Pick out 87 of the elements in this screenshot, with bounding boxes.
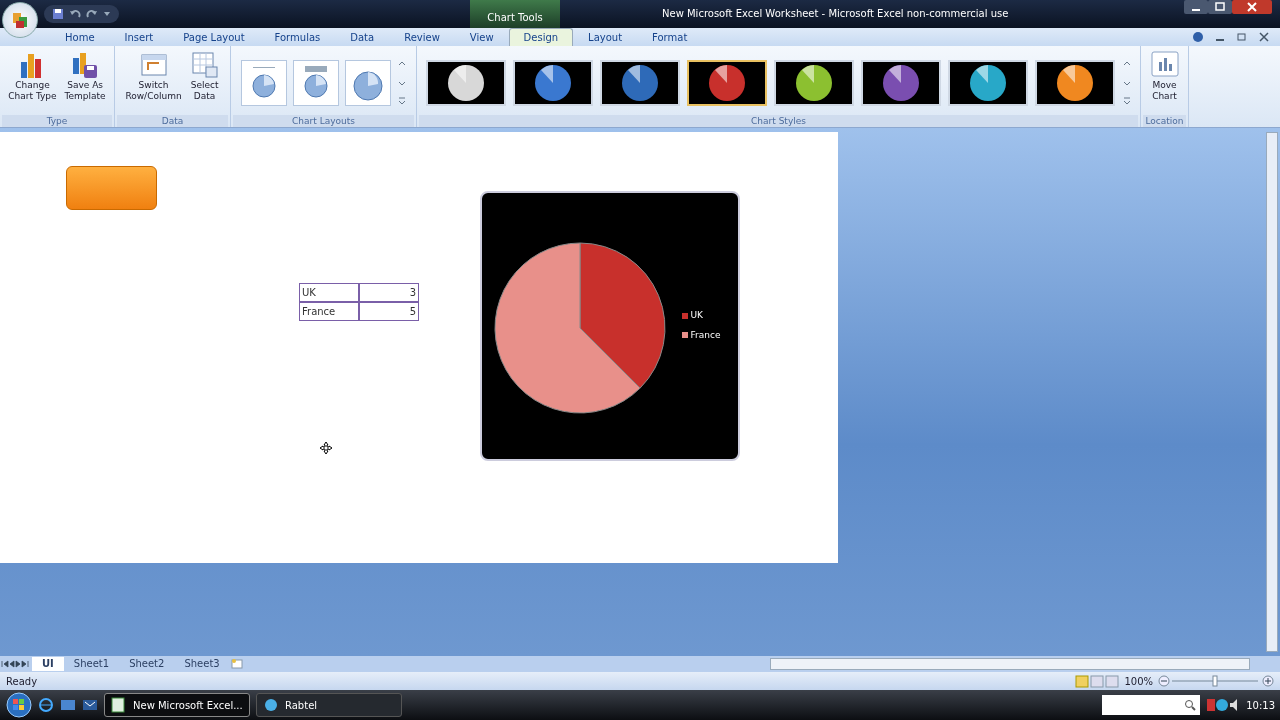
close-button[interactable]	[1232, 0, 1272, 14]
office-logo-icon	[11, 11, 29, 29]
ribbon-tab[interactable]: View	[454, 28, 509, 46]
group-label: Type	[2, 115, 112, 127]
contextual-tab-label: Chart Tools	[470, 0, 560, 28]
pie-chart-icon	[532, 62, 573, 103]
sheet-tab[interactable]: Sheet1	[63, 657, 120, 671]
chart-layout-option[interactable]	[344, 59, 391, 106]
group-label: Chart Styles	[419, 115, 1138, 127]
legend-key	[682, 332, 688, 339]
restore-icon[interactable]	[1236, 31, 1248, 43]
clock: 10:13	[1246, 698, 1276, 713]
sheet-tab[interactable]: UI	[32, 657, 64, 671]
ribbon-tab[interactable]: Layout	[573, 28, 638, 46]
chart-style-option[interactable]	[686, 59, 767, 106]
taskbar-button[interactable]: Rabtel	[256, 693, 402, 717]
ribbon-button[interactable]: Save As Template	[62, 50, 108, 102]
legend-label: UK	[690, 309, 703, 322]
desktop-icon[interactable]	[60, 697, 76, 713]
chart-area[interactable]: UK France	[480, 191, 740, 461]
ribbon-button[interactable]: Move Chart	[1147, 50, 1182, 102]
chart-style-option[interactable]	[773, 59, 854, 106]
group-label: Chart Layouts	[233, 115, 414, 127]
help-icon[interactable]	[1192, 31, 1204, 43]
chart-style-option[interactable]	[1034, 59, 1115, 106]
horizontal-scrollbar[interactable]	[770, 658, 1250, 670]
ribbon-tab[interactable]: Format	[637, 28, 703, 46]
slider-thumb[interactable]	[1212, 675, 1218, 687]
ribbon-tab[interactable]: Data	[335, 28, 390, 46]
pie-chart-icon	[793, 62, 834, 103]
legend-label: France	[690, 328, 721, 342]
spreadsheet-icon	[111, 697, 127, 713]
chart-style-option[interactable]	[860, 59, 941, 106]
group-label: Location	[1143, 115, 1186, 127]
ribbon-tab[interactable]: Design	[508, 28, 574, 46]
gallery-scroll-icon[interactable]	[1121, 59, 1132, 106]
legend-key	[682, 312, 688, 319]
pie-chart-icon	[706, 62, 747, 103]
pie-chart-icon	[967, 62, 1008, 103]
search-icon	[1184, 699, 1197, 711]
redo-icon[interactable]	[86, 8, 98, 20]
start-button[interactable]	[6, 692, 32, 718]
sheet-tab[interactable]: Sheet3	[174, 657, 230, 671]
pie-chart-icon	[880, 62, 921, 103]
vertical-scrollbar[interactable]	[1266, 132, 1278, 652]
sheet-tab[interactable]: Sheet2	[119, 657, 175, 671]
save-icon[interactable]	[52, 8, 64, 20]
zoom-slider[interactable]	[1158, 675, 1274, 687]
ribbon-tab[interactable]: Formulas	[259, 28, 336, 46]
status-text: Ready	[6, 674, 38, 689]
table-cell: France	[299, 302, 359, 321]
maximize-button[interactable]	[1208, 0, 1232, 14]
zoom-level: 100%	[1124, 674, 1153, 689]
ribbon-button[interactable]: Change Chart Type	[6, 50, 59, 102]
move-cursor-icon	[319, 441, 333, 455]
ribbon-tab[interactable]: Page Layout	[168, 28, 260, 46]
app-icon	[263, 697, 279, 713]
close-icon[interactable]	[1258, 31, 1270, 43]
ribbon-tab[interactable]: Review	[389, 28, 455, 46]
pie-chart-icon	[445, 62, 486, 103]
ribbon-button[interactable]: Switch Row/Column	[123, 50, 184, 102]
search-field[interactable]	[1102, 695, 1201, 715]
pie-chart-icon	[1054, 62, 1095, 103]
group-label: Data	[117, 115, 228, 127]
chart-style-option[interactable]	[425, 59, 506, 106]
gallery-scroll-icon[interactable]	[396, 59, 407, 106]
window-title: New Microsoft Excel Worksheet - Microsoft Excel non-commercial use	[662, 7, 1009, 21]
table-cell: UK	[299, 283, 359, 302]
chart-style-option[interactable]	[599, 59, 680, 106]
table-icon	[189, 50, 220, 80]
chart-layout-option[interactable]	[292, 59, 339, 106]
table-cell: 3	[359, 283, 419, 302]
sheet-navigation-icon[interactable]	[0, 659, 32, 669]
table-cell: 5	[359, 302, 419, 321]
undo-icon[interactable]	[69, 8, 81, 20]
ribbon-tab[interactable]: Home	[50, 28, 110, 46]
chart-style-option[interactable]	[512, 59, 593, 106]
chart-layout-option[interactable]	[240, 59, 287, 106]
ribbon-tab[interactable]: Insert	[109, 28, 169, 46]
ribbon-button[interactable]: Select Data	[187, 50, 222, 102]
chart-style-option[interactable]	[947, 59, 1028, 106]
chart-move-icon	[1149, 50, 1180, 80]
taskbar-button[interactable]: New Microsoft Excel...	[104, 693, 250, 717]
dropdown-icon[interactable]	[103, 10, 111, 18]
minimize-button[interactable]	[1184, 0, 1208, 14]
pie-chart-icon	[619, 62, 660, 103]
office-button[interactable]	[2, 2, 38, 38]
